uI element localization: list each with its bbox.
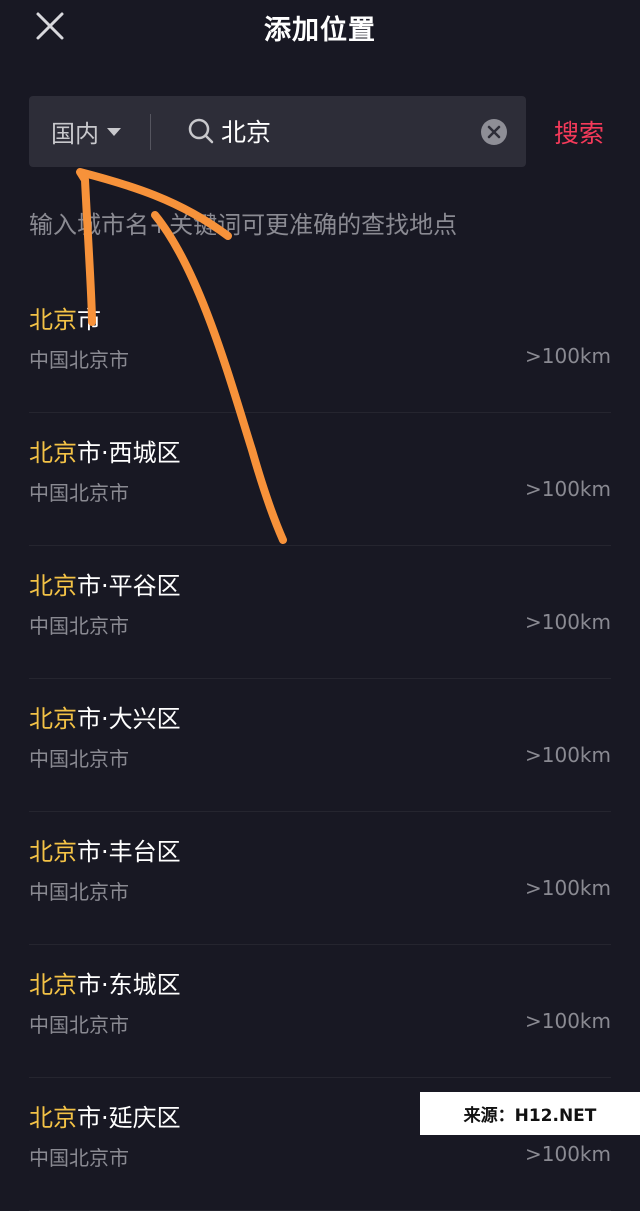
search-button[interactable]: 搜索 bbox=[554, 114, 604, 150]
place-name-rest: 市·延庆区 bbox=[77, 1104, 181, 1132]
results-list: 北京市 中国北京市 >100km 北京市·西城区 中国北京市 >100km 北京… bbox=[0, 280, 640, 1211]
place-address: 中国北京市 bbox=[29, 614, 129, 638]
search-bar: 国内 bbox=[29, 96, 526, 167]
place-name-rest: 市·西城区 bbox=[77, 439, 181, 467]
place-name-highlight: 北京 bbox=[29, 439, 77, 467]
place-name-highlight: 北京 bbox=[29, 1104, 77, 1132]
watermark: 来源：H12.NET bbox=[420, 1092, 640, 1135]
place-distance: >100km bbox=[525, 344, 611, 368]
clear-icon bbox=[481, 119, 507, 145]
search-icon bbox=[188, 118, 214, 144]
place-distance: >100km bbox=[525, 743, 611, 767]
place-address: 中国北京市 bbox=[29, 747, 129, 771]
place-name-rest: 市·大兴区 bbox=[77, 705, 181, 733]
place-name-highlight: 北京 bbox=[29, 572, 77, 600]
place-name-rest: 市·平谷区 bbox=[77, 572, 181, 600]
place-name-rest: 市·东城区 bbox=[77, 971, 181, 999]
place-address: 中国北京市 bbox=[29, 1013, 129, 1037]
page-title: 添加位置 bbox=[264, 15, 376, 46]
place-name: 北京市·东城区 bbox=[29, 965, 181, 1000]
place-distance: >100km bbox=[525, 1009, 611, 1033]
place-distance: >100km bbox=[525, 477, 611, 501]
place-name-rest: 市 bbox=[77, 306, 101, 334]
list-item[interactable]: 北京市·大兴区 中国北京市 >100km bbox=[29, 679, 611, 812]
region-selector[interactable]: 国内 bbox=[51, 96, 161, 167]
search-input[interactable] bbox=[221, 106, 471, 156]
place-address: 中国北京市 bbox=[29, 348, 129, 372]
place-address: 中国北京市 bbox=[29, 1146, 129, 1170]
place-name: 北京市·平谷区 bbox=[29, 566, 181, 601]
caret-down-icon bbox=[107, 127, 121, 136]
place-address: 中国北京市 bbox=[29, 880, 129, 904]
place-name-rest: 市·丰台区 bbox=[77, 838, 181, 866]
place-name: 北京市 bbox=[29, 300, 101, 335]
divider bbox=[150, 114, 151, 150]
list-item[interactable]: 北京市·西城区 中国北京市 >100km bbox=[29, 413, 611, 546]
place-name-highlight: 北京 bbox=[29, 306, 77, 334]
place-name: 北京市·延庆区 bbox=[29, 1098, 181, 1133]
region-label: 国内 bbox=[51, 120, 99, 148]
list-item[interactable]: 北京市 中国北京市 >100km bbox=[29, 280, 611, 413]
place-name-highlight: 北京 bbox=[29, 838, 77, 866]
list-item[interactable]: 北京市·东城区 中国北京市 >100km bbox=[29, 945, 611, 1078]
place-name-highlight: 北京 bbox=[29, 971, 77, 999]
place-name-highlight: 北京 bbox=[29, 705, 77, 733]
place-name: 北京市·西城区 bbox=[29, 433, 181, 468]
place-name: 北京市·丰台区 bbox=[29, 832, 181, 867]
place-name: 北京市·大兴区 bbox=[29, 699, 181, 734]
header: 添加位置 bbox=[0, 0, 640, 56]
place-distance: >100km bbox=[525, 1142, 611, 1166]
place-distance: >100km bbox=[525, 876, 611, 900]
place-distance: >100km bbox=[525, 610, 611, 634]
place-address: 中国北京市 bbox=[29, 481, 129, 505]
list-item[interactable]: 北京市·平谷区 中国北京市 >100km bbox=[29, 546, 611, 679]
clear-button[interactable] bbox=[480, 118, 508, 146]
list-item[interactable]: 北京市·丰台区 中国北京市 >100km bbox=[29, 812, 611, 945]
search-hint: 输入城市名+关键词可更准确的查找地点 bbox=[29, 211, 458, 239]
